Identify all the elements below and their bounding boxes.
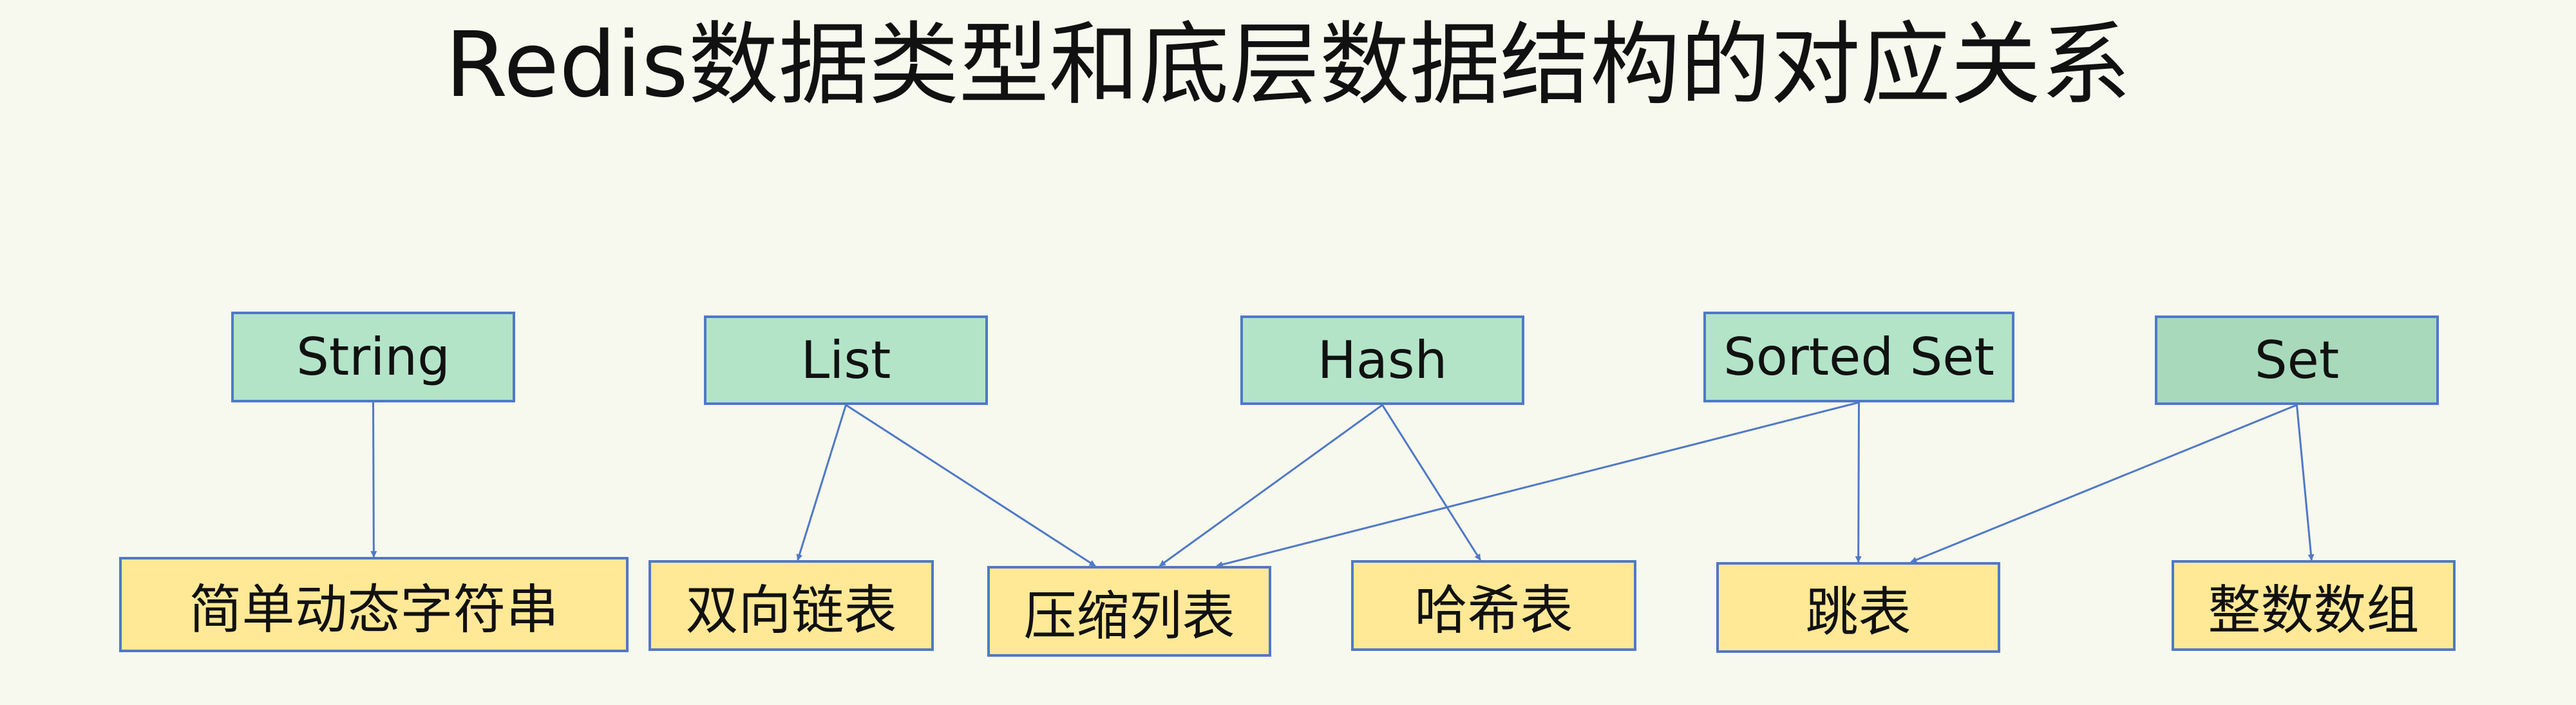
structure-node-intset: 整数数组 bbox=[2172, 560, 2456, 651]
arrow-sorted_set-to-ziplist bbox=[1216, 401, 1859, 568]
structure-label-ziplist: 压缩列表 bbox=[1023, 586, 1235, 647]
type-label-set: Set bbox=[2254, 330, 2340, 390]
structure-label-sds: 简单动态字符串 bbox=[189, 579, 559, 641]
structure-label-hashtable: 哈希表 bbox=[1414, 580, 1573, 641]
type-label-hash: Hash bbox=[1317, 330, 1448, 390]
arrow-set-to-skiplist bbox=[1910, 404, 2298, 563]
type-node-sorted-set: Sorted Set bbox=[1703, 312, 2014, 402]
structure-node-hashtable: 哈希表 bbox=[1351, 560, 1636, 651]
arrow-hash-to-ziplist bbox=[1159, 404, 1383, 567]
structure-label-intset: 整数数组 bbox=[2208, 580, 2420, 641]
type-label-list: List bbox=[800, 330, 891, 390]
type-node-set: Set bbox=[2155, 315, 2439, 405]
type-node-hash: Hash bbox=[1240, 315, 1524, 405]
arrow-list-to-ziplist bbox=[845, 404, 1096, 567]
structure-node-sds: 简单动态字符串 bbox=[119, 557, 629, 652]
type-node-string: String bbox=[231, 312, 515, 402]
type-label-string: String bbox=[296, 327, 450, 387]
structure-node-linkedlist: 双向链表 bbox=[649, 560, 934, 651]
type-node-list: List bbox=[704, 315, 988, 405]
arrow-hash-to-hashtable bbox=[1381, 404, 1482, 561]
structure-label-skiplist: 跳表 bbox=[1805, 582, 1911, 643]
arrow-list-to-linkedlist bbox=[796, 404, 847, 561]
structure-label-linkedlist: 双向链表 bbox=[685, 580, 897, 641]
structure-node-ziplist: 压缩列表 bbox=[987, 566, 1271, 657]
structure-node-skiplist: 跳表 bbox=[1716, 562, 2000, 653]
type-label-sorted-set: Sorted Set bbox=[1723, 327, 1994, 387]
arrow-set-to-intset bbox=[2296, 404, 2315, 561]
